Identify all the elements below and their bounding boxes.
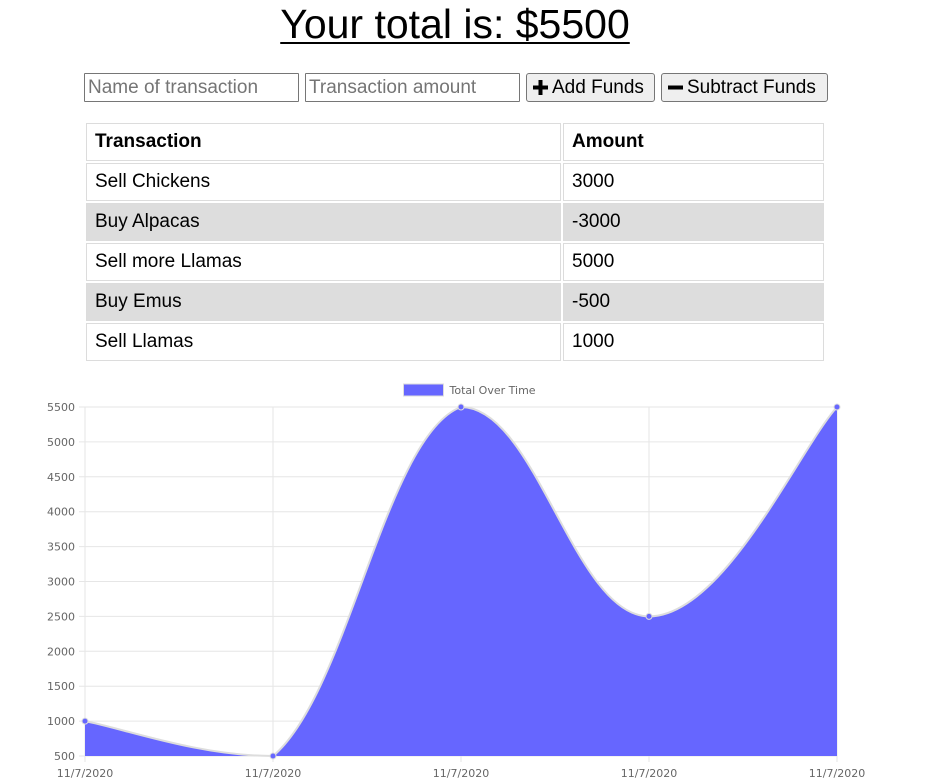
plus-icon xyxy=(533,80,548,95)
x-tick-label: 11/7/2020 xyxy=(809,767,865,780)
y-tick-label: 2500 xyxy=(47,610,75,623)
y-tick-label: 4000 xyxy=(47,506,75,519)
transactions-table: Transaction Amount Sell Chickens 3000 Bu… xyxy=(84,121,826,363)
transaction-name-input[interactable] xyxy=(84,73,299,102)
subtract-funds-label: Subtract Funds xyxy=(687,76,816,98)
transaction-amount-cell: -3000 xyxy=(563,203,824,241)
legend-swatch xyxy=(403,383,444,397)
transaction-amount-input[interactable] xyxy=(305,73,520,102)
table-row: Sell Chickens 3000 xyxy=(86,163,824,201)
y-tick-label: 2000 xyxy=(47,645,75,658)
y-tick-label: 3000 xyxy=(47,576,75,589)
y-tick-label: 500 xyxy=(54,750,75,763)
data-point xyxy=(645,612,653,620)
data-point xyxy=(833,403,841,411)
transaction-amount-cell: 5000 xyxy=(563,243,824,281)
data-point xyxy=(269,752,277,760)
table-header-row: Transaction Amount xyxy=(86,123,824,161)
y-tick-label: 1000 xyxy=(47,715,75,728)
transaction-name-cell: Buy Emus xyxy=(86,283,561,321)
x-tick-label: 11/7/2020 xyxy=(621,767,677,780)
data-point xyxy=(81,717,89,725)
transaction-amount-cell: 1000 xyxy=(563,323,824,361)
transaction-name-cell: Sell Llamas xyxy=(86,323,561,361)
y-tick-label: 1500 xyxy=(47,680,75,693)
y-tick-label: 5500 xyxy=(47,401,75,414)
column-header-amount: Amount xyxy=(563,123,824,161)
transaction-name-cell: Buy Alpacas xyxy=(86,203,561,241)
transaction-name-cell: Sell Chickens xyxy=(86,163,561,201)
table-row: Sell more Llamas 5000 xyxy=(86,243,824,281)
legend-label: Total Over Time xyxy=(449,384,536,397)
y-tick-label: 4500 xyxy=(47,471,75,484)
subtract-funds-button[interactable]: Subtract Funds xyxy=(661,73,828,102)
transaction-amount-cell: -500 xyxy=(563,283,824,321)
x-tick-label: 11/7/2020 xyxy=(245,767,301,780)
y-tick-label: 3500 xyxy=(47,541,75,554)
column-header-transaction: Transaction xyxy=(86,123,561,161)
table-row: Buy Alpacas -3000 xyxy=(86,203,824,241)
data-point xyxy=(457,403,465,411)
transaction-form: Add Funds Subtract Funds xyxy=(84,73,828,102)
y-tick-label: 5000 xyxy=(47,436,75,449)
total-over-time-chart: 500 1000 1500 2000 2500 3000 3500 4000 4500 5000 5… xyxy=(47,383,865,780)
total-heading: Your total is: $5500 xyxy=(280,1,630,47)
table-row: Buy Emus -500 xyxy=(86,283,824,321)
transaction-amount-cell: 3000 xyxy=(563,163,824,201)
table-row: Sell Llamas 1000 xyxy=(86,323,824,361)
add-funds-button[interactable]: Add Funds xyxy=(526,73,655,102)
transaction-name-cell: Sell more Llamas xyxy=(86,243,561,281)
minus-icon xyxy=(668,80,683,95)
x-tick-label: 11/7/2020 xyxy=(433,767,489,780)
add-funds-label: Add Funds xyxy=(552,76,644,98)
x-tick-label: 11/7/2020 xyxy=(57,767,113,780)
